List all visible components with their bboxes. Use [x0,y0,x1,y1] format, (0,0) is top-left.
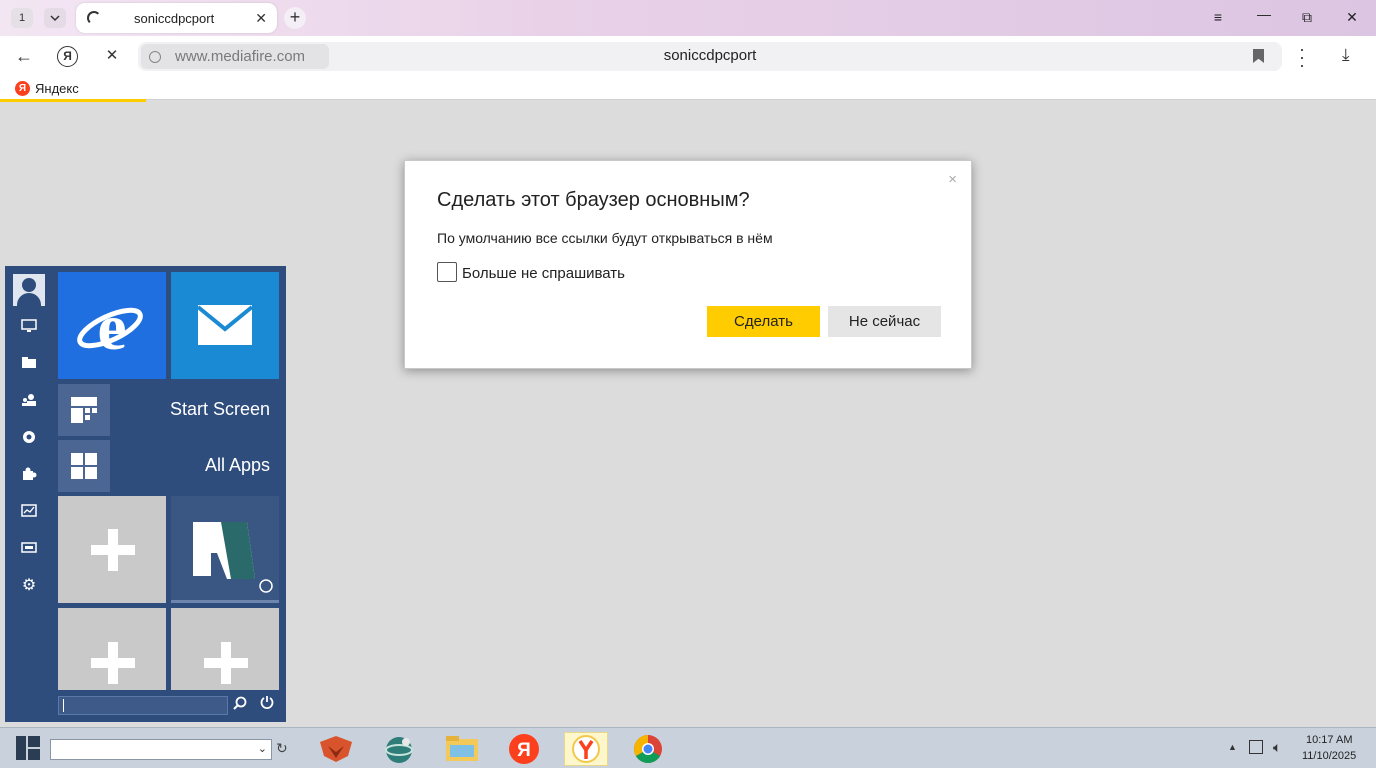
network-icon[interactable] [20,430,38,446]
start-menu: ⚙ e Start Screen All Apps [5,266,286,722]
tab-counter[interactable]: 1 [11,8,33,28]
all-apps-label: All Apps [204,455,270,475]
bookmarks-bar: Я Яндекс [0,76,1376,100]
dont-ask-checkbox[interactable] [437,262,457,282]
download-icon[interactable]: ⤓ [1342,45,1350,65]
yandex-logo-icon: Я [15,81,30,96]
bookmark-yandex[interactable]: Яндекс [35,81,79,96]
stop-loading-icon[interactable]: ✕ [101,45,123,67]
dialog-close-icon[interactable]: × [948,171,957,188]
tab-close-icon[interactable]: ✕ [255,10,267,27]
search-icon[interactable] [233,696,247,713]
gear-icon[interactable]: ⚙ [20,578,38,594]
svg-text:e: e [97,291,126,364]
not-now-button[interactable]: Не сейчас [828,306,941,337]
network-status-icon[interactable] [1249,740,1263,754]
app-tile-r[interactable] [171,496,279,603]
restore-button[interactable]: ⧉ [1297,9,1317,26]
refresh-icon[interactable]: ↻ [276,740,288,757]
start-button[interactable] [16,736,40,760]
active-tab[interactable]: soniccdpcport ✕ [76,3,277,33]
chevron-down-icon [50,15,60,22]
chrome-icon[interactable] [626,732,670,766]
add-tile-1[interactable] [58,496,166,603]
file-explorer-icon[interactable] [440,732,484,766]
default-browser-dialog: × Сделать этот браузер основным? По умол… [404,160,972,369]
address-combo-input[interactable]: ⌄ [50,739,272,760]
start-screen-label: Start Screen [169,399,270,419]
start-screen-icon [58,384,110,436]
address-bar[interactable]: www.mediafire.com soniccdpcport [138,42,1282,71]
display-icon[interactable] [20,541,38,557]
browser-menu-icon[interactable]: ≡ [1208,9,1228,25]
computer-icon[interactable] [20,319,38,335]
dialog-text: По умолчанию все ссылки будут открыватьс… [437,230,773,246]
yandex-home-icon[interactable]: Я [57,46,78,67]
dont-ask-label[interactable]: Больше не спрашивать [462,265,625,282]
internet-explorer-icon: e [77,291,143,364]
user-avatar-icon[interactable] [13,274,45,306]
page-title: soniccdpcport [663,47,757,64]
all-apps-item[interactable]: All Apps [58,440,279,492]
start-screen-item[interactable]: Start Screen [58,384,279,436]
tab-list-button[interactable] [44,8,66,28]
globe-app-icon[interactable] [378,732,422,766]
start-search-input[interactable] [58,696,228,715]
dialog-title: Сделать этот браузер основным? [437,189,750,211]
chart-icon[interactable] [20,504,38,520]
address-row: ← Я ✕ www.mediafire.com soniccdpcport · ·… [0,36,1376,76]
svg-text:Я: Я [517,740,531,761]
yandex-browser-icon[interactable] [564,732,608,766]
all-apps-icon [58,440,110,492]
loading-spinner-icon [87,11,101,25]
add-tile-2[interactable] [58,608,166,690]
volume-icon[interactable]: 🔈︎ [1273,739,1281,756]
more-options-icon[interactable]: · · · [1296,40,1308,74]
puzzle-icon[interactable] [20,467,38,483]
yandex-red-icon[interactable]: Я [502,732,546,766]
clock-time[interactable]: 10:17 AM [1306,734,1352,746]
internet-explorer-tile[interactable]: e [58,272,166,379]
taskbar: ⌄ ↻ Я ▲ 🔈︎ 10:17 AM 11/10/2025 [0,727,1376,768]
mail-tile[interactable] [171,272,279,379]
page-loading-bar [0,99,146,102]
back-arrow-icon[interactable]: ← [13,45,35,67]
minimize-button[interactable]: — [1254,6,1274,22]
make-default-button[interactable]: Сделать [707,306,820,337]
close-window-button[interactable]: ✕ [1342,9,1362,26]
tab-title: soniccdpcport [134,11,215,26]
r-app-icon [193,522,273,593]
chevron-down-icon[interactable]: ⌄ [258,742,267,755]
folder-icon[interactable] [20,356,38,372]
add-tile-3[interactable] [171,608,279,690]
users-icon[interactable] [20,393,38,409]
tray-expand-icon[interactable]: ▲ [1228,742,1237,752]
clock-date[interactable]: 11/10/2025 [1302,750,1356,762]
new-tab-button[interactable]: + [284,7,306,29]
start-grid-icon [16,736,40,760]
fox-app-icon[interactable] [314,732,358,766]
browser-tab-bar: 1 soniccdpcport ✕ + ≡ — ⧉ ✕ [0,0,1376,36]
mail-icon [196,305,254,345]
power-icon[interactable] [260,695,274,709]
